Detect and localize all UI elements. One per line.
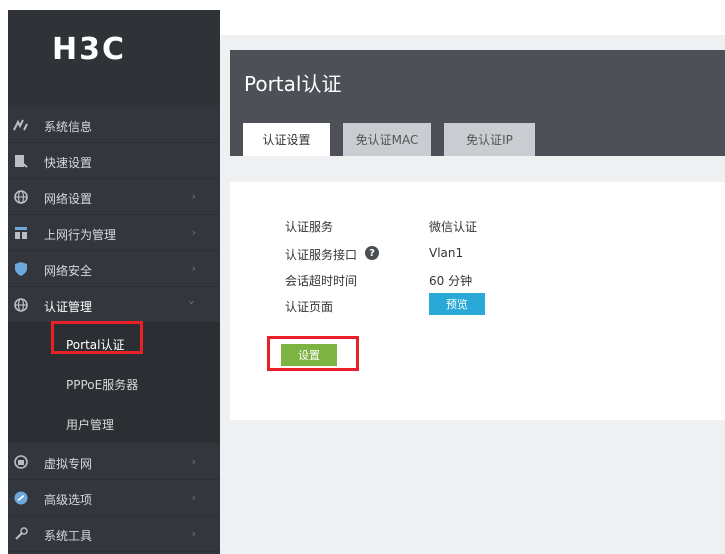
page-title: Portal认证 [244, 72, 342, 96]
h3c-logo: H3C [8, 10, 220, 105]
sidebar-item-network-security[interactable]: 网络安全 › [8, 251, 220, 287]
tab-ip-exempt[interactable]: 免认证IP [444, 123, 535, 156]
dashboard-icon [13, 117, 29, 133]
auth-settings-panel: 认证服务 微信认证 认证服务接口 ? Vlan1 会话超时时间 60 分钟 认证… [230, 182, 725, 420]
sidebar-item-behavior-management[interactable]: 上网行为管理 › [8, 215, 220, 251]
globe-icon [13, 189, 29, 205]
sidebar-item-network-settings[interactable]: 网络设置 › [8, 179, 220, 215]
quick-setup-icon [13, 153, 29, 169]
chevron-right-icon: › [191, 262, 196, 275]
chevron-right-icon: › [191, 491, 196, 504]
settings-button[interactable]: 设置 [281, 344, 337, 366]
sidebar-item-advanced-options[interactable]: 高级选项 › [8, 480, 220, 516]
sidebar-item-label: 高级选项 [44, 493, 93, 507]
behavior-icon [13, 225, 29, 241]
chevron-right-icon: › [191, 190, 196, 203]
sidebar-subitem-user-management[interactable]: 用户管理 [8, 403, 220, 443]
sidebar-item-label: 系统信息 [44, 120, 93, 134]
chevron-right-icon: › [191, 455, 196, 468]
sidebar-item-system-tools[interactable]: 系统工具 › [8, 516, 220, 552]
chevron-right-icon: › [191, 226, 196, 239]
auth-interface-label: 认证服务接口 [285, 248, 358, 262]
session-timeout-value: 60 分钟 [429, 274, 473, 288]
page-header: Portal认证 认证设置 免认证MAC 免认证IP [230, 50, 725, 156]
chevron-down-icon: ⌄ [186, 294, 196, 307]
logo-text: H3C [52, 32, 126, 67]
tab-mac-exempt[interactable]: 免认证MAC [343, 123, 431, 156]
sidebar-subitem-label: 用户管理 [66, 418, 115, 432]
sidebar-item-label: 网络安全 [44, 264, 93, 278]
auth-page-label: 认证页面 [285, 300, 334, 314]
sidebar-item-system-info[interactable]: 系统信息 [8, 107, 220, 143]
sidebar-item-label: 网络设置 [44, 192, 93, 206]
vpn-icon [13, 454, 29, 470]
tools-icon [13, 526, 29, 542]
sidebar: H3C 系统信息 快速设置 网络设置 › 上网行为管理 › 网络安全 › 认证管… [8, 10, 220, 554]
sidebar-subitem-label: PPPoE服务器 [66, 378, 139, 392]
tab-auth-settings[interactable]: 认证设置 [243, 123, 330, 156]
sidebar-subitem-pppoe-server[interactable]: PPPoE服务器 [8, 363, 220, 403]
auth-service-label: 认证服务 [285, 220, 334, 234]
sidebar-item-vpn[interactable]: 虚拟专网 › [8, 444, 220, 480]
sidebar-item-label: 上网行为管理 [44, 228, 117, 242]
sidebar-item-label: 系统工具 [44, 529, 93, 543]
sidebar-item-label: 虚拟专网 [44, 457, 93, 471]
session-timeout-label: 会话超时时间 [285, 274, 358, 288]
advanced-icon [13, 490, 29, 506]
shield-icon [13, 261, 29, 277]
chevron-right-icon: › [191, 527, 196, 540]
help-icon[interactable]: ? [365, 246, 379, 260]
preview-button[interactable]: 预览 [429, 293, 485, 315]
auth-interface-value: Vlan1 [429, 246, 464, 260]
portal-auth-highlight-box [51, 321, 143, 354]
auth-service-value: 微信认证 [429, 220, 478, 234]
sidebar-item-auth-management[interactable]: 认证管理 ⌄ [8, 287, 220, 323]
sidebar-item-label: 认证管理 [44, 300, 93, 314]
globe-icon [13, 297, 29, 313]
sidebar-item-label: 快速设置 [44, 156, 93, 170]
sidebar-item-quick-setup[interactable]: 快速设置 [8, 143, 220, 179]
